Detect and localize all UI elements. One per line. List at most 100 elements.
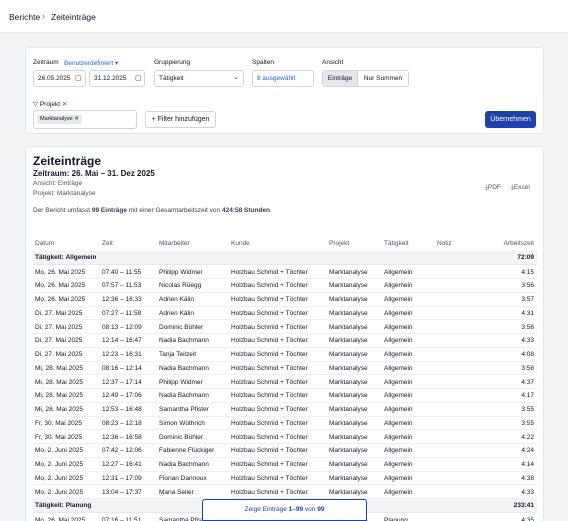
cell-datum: Mo, 2. Juni 2025 [35,488,84,496]
cell-taetigkeit: Planung [384,516,408,521]
cell-kunde: Holzbau Schmid + Töchter [231,323,308,331]
ansicht-option-eintraege[interactable]: Einträge [323,71,358,86]
table-row[interactable]: Di, 27. Mai 2025 08:13 – 12:09 Dominic Büh… [33,321,537,335]
filter-icon: ▽ [33,101,38,108]
cell-arbeitszeit: 3:57 [521,296,534,304]
cell-arbeitszeit: 4:38 [521,474,534,482]
cell-arbeitszeit: 3:55 [521,419,534,427]
cell-kunde: Holzbau Schmid + Töchter [231,309,308,317]
zeitraum-label: Zeitraum [33,59,59,66]
table-row[interactable]: Mi, 28. Mai 2025 12:49 – 17:06 Nadia Bachm… [33,389,537,403]
table-row[interactable]: Mo, 2. Juni 2025 07:42 – 12:06 Fabienne Fl… [33,444,537,458]
cell-mitarbeiter: Nadia Bachmann [159,461,209,469]
calendar-icon[interactable]: ▢ [75,75,82,82]
header-kunde[interactable]: Kunde [231,237,250,251]
cell-taetigkeit: Allgemein [384,351,413,359]
cell-taetigkeit: Allgemein [384,488,413,496]
gruppierung-select[interactable]: Tätigkeit [154,70,244,87]
cell-taetigkeit: Allgemein [384,323,413,331]
header-mitarbeiter[interactable]: Mitarbeiter [159,237,190,251]
header-taetigkeit[interactable]: Tätigkeit [384,237,409,251]
cell-taetigkeit: Allgemein [384,268,413,276]
cell-projekt: Marktanalyse [329,488,368,496]
cell-arbeitszeit: 4:24 [521,447,534,455]
table-row[interactable]: Mo, 26. Mai 2025 12:36 – 16:33 Adrien Käli… [33,293,537,307]
cell-zeit: 07:16 – 11:51 [102,516,142,521]
table-row[interactable]: Mo, 2. Juni 2025 12:27 – 16:41 Nadia Bachm… [33,458,537,472]
cell-mitarbeiter: Tanja Teilzeit [159,351,197,359]
cell-mitarbeiter: Adrien Kälin [159,309,195,317]
cell-kunde: Holzbau Schmid + Töchter [231,419,308,427]
cell-datum: Fr, 30. Mai 2025 [35,419,82,427]
table-row[interactable]: Mo, 26. Mai 2025 07:57 – 11:53 Nicolas Rüe… [33,279,537,293]
header-datum[interactable]: Datum [35,237,54,251]
group-row: Tätigkeit: Allgemein 72:09 [33,251,537,265]
cell-datum: Mi, 28. Mai 2025 [35,406,84,414]
cell-projekt: Marktanalyse [329,474,368,482]
cell-zeit: 13:04 – 17:37 [102,488,142,496]
cell-projekt: Marktanalyse [329,461,368,469]
apply-button[interactable]: Übernehmen [485,111,536,128]
cell-arbeitszeit: 4:35 [521,516,534,521]
table-row[interactable]: Mo, 2. Juni 2025 13:04 – 17:37 Maria Seile… [33,486,537,500]
zeitraum-mode-dropdown[interactable]: Benutzerdefiniert ▾ [64,59,118,67]
add-filter-button[interactable]: + Filter hinzufügen [145,111,216,128]
cell-projekt: Marktanalyse [329,378,368,386]
cell-datum: Mo, 26. Mai 2025 [35,282,86,290]
table-row[interactable]: Di, 27. Mai 2025 12:14 – 16:47 Nadia Bachm… [33,334,537,348]
gruppierung-label: Gruppierung [154,59,191,66]
cell-kunde: Holzbau Schmid + Töchter [231,447,308,455]
calendar-icon[interactable]: ▢ [135,75,142,82]
cell-zeit: 07:27 – 11:58 [102,309,142,317]
cell-kunde: Holzbau Schmid + Töchter [231,474,308,482]
header-arbeitszeit[interactable]: Arbeitszeit [504,237,534,251]
table-row[interactable]: Fr, 30. Mai 2025 12:36 – 16:58 Dominic Büh… [33,431,537,445]
cell-datum: Di, 27. Mai 2025 [35,351,83,359]
cell-projekt: Marktanalyse [329,447,368,455]
header-zeit[interactable]: Zeit [102,237,113,251]
cell-mitarbeiter: Florian Dannoux [159,474,207,482]
cell-arbeitszeit: 4:31 [521,309,534,317]
cell-zeit: 08:23 – 12:18 [102,419,142,427]
plus-icon: + [151,116,156,123]
table-row[interactable]: Di, 27. Mai 2025 12:23 – 16:31 Tanja Teilz… [33,348,537,362]
cell-kunde: Holzbau Schmid + Töchter [231,337,308,345]
table-row[interactable]: Mo, 2. Juni 2025 12:31 – 17:09 Florian Dan… [33,472,537,486]
cell-arbeitszeit: 3:56 [521,282,534,290]
export-pdf-link[interactable]: ⤓PDF [485,184,501,192]
breadcrumb-parent[interactable]: Berichte [9,12,40,22]
ansicht-option-summen[interactable]: Nur Summen [358,71,408,86]
cell-zeit: 12:31 – 17:09 [102,474,142,482]
pager-info: Zeige Einträge 1–99 von 99 [202,499,367,521]
cell-arbeitszeit: 3:55 [521,406,534,414]
cell-mitarbeiter: Samantha Pfister [159,406,209,414]
table-row[interactable]: Mi, 28. Mai 2025 08:16 – 12:14 Nadia Bachm… [33,362,537,376]
clear-projekt-filter-icon[interactable]: ✕ [62,101,67,108]
cell-datum: Di, 27. Mai 2025 [35,337,83,345]
group-total: 233:41 [513,502,534,510]
table-header: Datum Zeit Mitarbeiter Kunde Projekt Tätigkei… [33,237,537,251]
cell-arbeitszeit: 4:22 [521,433,534,441]
table-row[interactable]: Fr, 30. Mai 2025 08:23 – 12:18 Simon Wüthr… [33,417,537,431]
export-excel-link[interactable]: ⤓Excel [511,184,530,192]
cell-kunde: Holzbau Schmid + Töchter [231,461,308,469]
breadcrumb-current: Zeiteinträge [51,12,96,22]
cell-datum: Mo, 2. Juni 2025 [35,461,84,469]
table-row[interactable]: Mi, 28. Mai 2025 12:53 – 16:48 Samantha Pf… [33,403,537,417]
report-projekt: Projekt: Marktanalyse [33,190,96,197]
cell-taetigkeit: Allgemein [384,378,413,386]
header-projekt[interactable]: Projekt [329,237,349,251]
header-notiz[interactable]: Notiz [437,237,452,251]
cell-datum: Di, 27. Mai 2025 [35,323,83,331]
table-row[interactable]: Mo, 26. Mai 2025 07:40 – 11:55 Philipp Wid… [33,266,537,280]
chevron-down-icon: ⌄ [233,74,239,81]
cell-zeit: 07:57 – 11:53 [102,282,142,290]
table-row[interactable]: Mi, 28. Mai 2025 12:37 – 17:14 Philipp Wid… [33,376,537,390]
cell-datum: Mo, 2. Juni 2025 [35,447,84,455]
cell-datum: Mi, 28. Mai 2025 [35,378,84,386]
spalten-select[interactable]: 8 ausgewählt [252,70,314,87]
group-label: Tätigkeit: Allgemein [35,254,97,262]
table-row[interactable]: Di, 27. Mai 2025 07:27 – 11:58 Adrien Käli… [33,307,537,321]
cell-projekt: Marktanalyse [329,433,368,441]
remove-tag-icon[interactable]: ✕ [74,116,79,122]
